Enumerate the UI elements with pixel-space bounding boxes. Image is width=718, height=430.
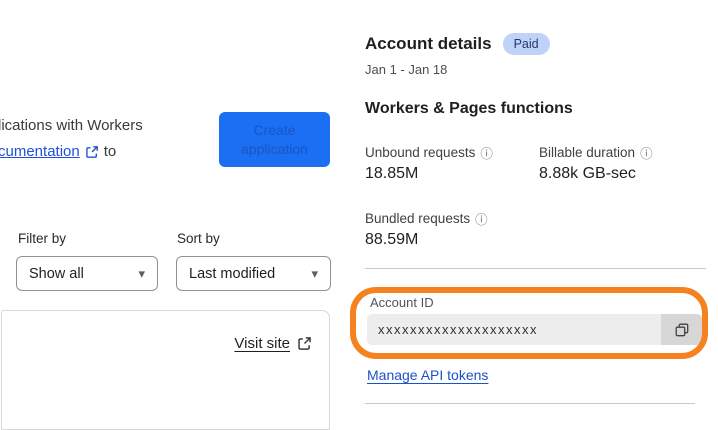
- panel-title: Account details: [365, 34, 492, 53]
- account-id-label: Account ID: [370, 295, 434, 310]
- billing-date-range: Jan 1 - Jan 18: [365, 62, 448, 77]
- filter-by-label: Filter by: [18, 231, 67, 246]
- documentation-link[interactable]: cumentation: [0, 143, 99, 160]
- create-application-button[interactable]: Create application: [219, 112, 330, 167]
- filter-dropdown-value: Show all: [29, 265, 84, 282]
- sort-dropdown-value: Last modified: [189, 265, 276, 282]
- divider: [365, 268, 706, 269]
- sort-dropdown[interactable]: Last modified ▾: [176, 256, 331, 291]
- divider: [365, 403, 695, 404]
- external-link-icon: [298, 337, 311, 350]
- intro-text-line1: lications with Workers: [0, 117, 143, 134]
- intro-text-line2: cumentation to: [0, 143, 116, 160]
- documentation-link-label: cumentation: [0, 143, 80, 160]
- external-link-icon: [85, 145, 98, 158]
- copy-icon: [675, 323, 688, 336]
- metric-value-bundled-requests: 88.59M: [365, 231, 419, 248]
- account-id-field-row: [367, 314, 702, 345]
- metric-value-billable-duration: 8.88k GB-sec: [539, 165, 636, 182]
- info-icon[interactable]: ⓘ: [480, 143, 493, 162]
- visit-site-link[interactable]: Visit site: [234, 335, 312, 352]
- chevron-down-icon: ▾: [138, 265, 145, 281]
- copy-account-id-button[interactable]: [661, 314, 702, 345]
- metric-value-unbound-requests: 18.85M: [365, 165, 419, 182]
- filter-dropdown[interactable]: Show all ▾: [16, 256, 158, 291]
- section-title: Workers & Pages functions: [365, 100, 573, 117]
- panel-title-row: Account details Paid: [365, 33, 550, 55]
- project-card: Visit site: [1, 310, 330, 430]
- metric-label-bundled-requests: Bundled requests ⓘ: [365, 209, 488, 228]
- sort-by-label: Sort by: [177, 231, 220, 246]
- metric-label-unbound-requests: Unbound requests ⓘ: [365, 143, 493, 162]
- info-icon[interactable]: ⓘ: [475, 209, 488, 228]
- visit-site-label: Visit site: [234, 335, 290, 352]
- manage-api-tokens-link[interactable]: Manage API tokens: [367, 367, 488, 383]
- account-details-panel: Account details Paid Jan 1 - Jan 18 Work…: [365, 0, 718, 419]
- metric-label-billable-duration: Billable duration ⓘ: [539, 143, 653, 162]
- plan-badge: Paid: [502, 33, 550, 55]
- account-id-input[interactable]: [367, 314, 661, 345]
- intro-text-after-link: to: [103, 143, 117, 160]
- info-icon[interactable]: ⓘ: [640, 143, 653, 162]
- chevron-down-icon: ▾: [311, 265, 318, 281]
